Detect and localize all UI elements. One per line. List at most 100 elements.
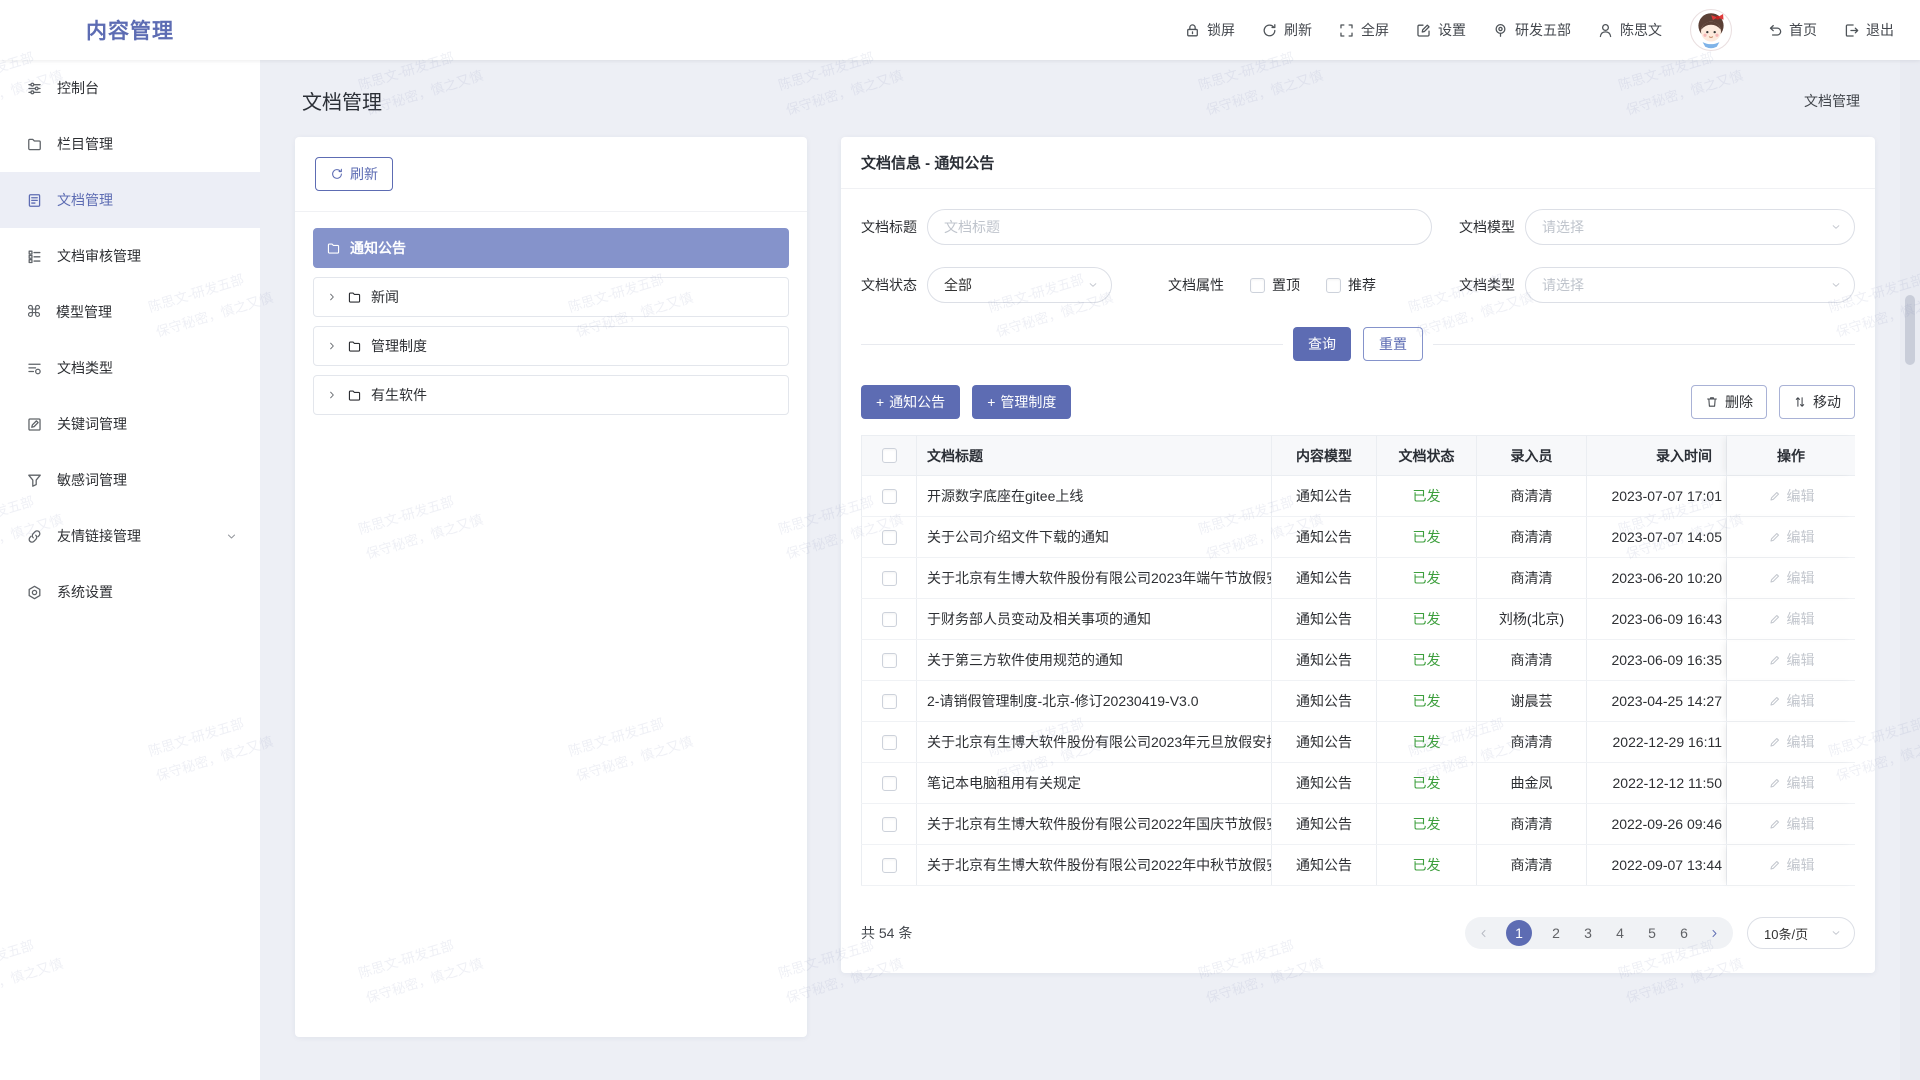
edit-button[interactable]: 编辑 <box>1768 814 1815 834</box>
header-action[interactable]: 陈思文 <box>1597 20 1662 40</box>
page-button[interactable]: 1 <box>1506 920 1532 946</box>
tree-item[interactable]: 通知公告 <box>313 228 789 268</box>
sidebar-item[interactable]: 系统设置 <box>0 564 260 620</box>
doc-type-select[interactable]: 请选择 <box>1525 267 1855 303</box>
tree-item[interactable]: 新闻 <box>313 277 789 317</box>
doc-time-cell: 2023-04-25 14:27 <box>1587 681 1727 721</box>
doc-model-label: 文档模型 <box>1459 217 1515 237</box>
doc-editor-cell: 商清清 <box>1477 476 1587 516</box>
doc-model-cell: 通知公告 <box>1272 599 1377 639</box>
doc-time-cell: 2023-06-09 16:35 <box>1587 640 1727 680</box>
edit-button[interactable]: 编辑 <box>1768 527 1815 547</box>
sidebar-item[interactable]: 敏感词管理 <box>0 452 260 508</box>
doc-title-input[interactable] <box>927 209 1432 245</box>
header-action[interactable]: 全屏 <box>1338 20 1389 40</box>
doc-status-select[interactable]: 全部 <box>927 267 1112 303</box>
top-header: 内容管理 锁屏 刷新 全屏 <box>0 0 1920 60</box>
header-action[interactable]: 退出 <box>1843 20 1894 40</box>
trash-icon <box>1705 395 1719 409</box>
reset-button[interactable]: 重置 <box>1363 327 1423 361</box>
audit-icon <box>26 248 43 265</box>
doc-editor-cell: 谢晨芸 <box>1477 681 1587 721</box>
column-header: 文档状态 <box>1377 436 1477 475</box>
table-row: 开源数字底座在gitee上线 通知公告 已发 商清清 2023-07-07 17… <box>861 476 1855 517</box>
table-row: 关于北京有生博大软件股份有限公司2022年国庆节放假安... 通知公告 已发 商… <box>861 804 1855 845</box>
edit-button[interactable]: 编辑 <box>1768 650 1815 670</box>
header-actions: 锁屏 刷新 全屏 设置 研发五部 <box>1184 9 1920 51</box>
prev-page-button[interactable] <box>1477 927 1490 940</box>
scrollbar-thumb[interactable] <box>1905 295 1915 365</box>
header-action[interactable] <box>1690 9 1738 51</box>
header-action[interactable]: 锁屏 <box>1184 20 1235 40</box>
doc-title-cell: 于财务部人员变动及相关事项的通知 <box>917 599 1272 639</box>
attribute-checkbox-option[interactable]: 置顶 <box>1250 275 1300 295</box>
checkbox[interactable] <box>1326 278 1341 293</box>
doc-title-cell: 关于公司介绍文件下载的通知 <box>917 517 1272 557</box>
sidebar-item[interactable]: 友情链接管理 <box>0 508 260 564</box>
filter-form: 文档标题 文档模型 请选择 文档状态 全部 <box>841 189 1875 325</box>
edit-button[interactable]: 编辑 <box>1768 732 1815 752</box>
row-checkbox[interactable] <box>861 722 917 762</box>
page-button[interactable]: 3 <box>1580 925 1596 941</box>
row-checkbox[interactable] <box>861 845 917 885</box>
tree-item[interactable]: 管理制度 <box>313 326 789 366</box>
link-icon <box>26 528 43 545</box>
row-checkbox[interactable] <box>861 476 917 516</box>
page-size-select[interactable]: 10条/页 <box>1747 917 1855 949</box>
doc-actions-cell: 编辑 <box>1727 722 1855 762</box>
doctype-icon <box>26 360 43 377</box>
avatar-icon <box>1690 9 1732 51</box>
chevron-down-icon <box>1830 221 1842 233</box>
attribute-checkbox-option[interactable]: 推荐 <box>1326 275 1376 295</box>
tree-item[interactable]: 有生软件 <box>313 375 789 415</box>
row-checkbox[interactable] <box>861 517 917 557</box>
row-checkbox[interactable] <box>861 599 917 639</box>
sidebar-item[interactable]: 文档审核管理 <box>0 228 260 284</box>
header-action[interactable]: 设置 <box>1415 20 1466 40</box>
select-all-checkbox[interactable] <box>861 436 917 475</box>
document-icon <box>26 192 43 209</box>
next-page-button[interactable] <box>1708 927 1721 940</box>
move-button[interactable]: 移动 <box>1779 385 1855 419</box>
edit-button[interactable]: 编辑 <box>1768 568 1815 588</box>
sidebar-item[interactable]: 文档类型 <box>0 340 260 396</box>
sidebar-item[interactable]: ⌘ 模型管理 <box>0 284 260 340</box>
sidebar-item[interactable]: 文档管理 <box>0 172 260 228</box>
main-content: 文档管理 文档管理 刷新 通知公告 <box>260 60 1920 1080</box>
row-checkbox[interactable] <box>861 558 917 598</box>
row-checkbox[interactable] <box>861 763 917 803</box>
edit-button[interactable]: 编辑 <box>1768 773 1815 793</box>
edit-button[interactable]: 编辑 <box>1768 855 1815 875</box>
page-button[interactable]: 4 <box>1612 925 1628 941</box>
add-document-button[interactable]: + 管理制度 <box>972 385 1071 419</box>
row-checkbox[interactable] <box>861 804 917 844</box>
row-checkbox[interactable] <box>861 681 917 721</box>
row-checkbox[interactable] <box>861 640 917 680</box>
add-document-button[interactable]: + 通知公告 <box>861 385 960 419</box>
page-button[interactable]: 6 <box>1676 925 1692 941</box>
checkbox[interactable] <box>1250 278 1265 293</box>
page-button[interactable]: 2 <box>1548 925 1564 941</box>
edit-button[interactable]: 编辑 <box>1768 609 1815 629</box>
header-action[interactable]: 刷新 <box>1261 20 1312 40</box>
sidebar-item[interactable]: 栏目管理 <box>0 116 260 172</box>
sidebar-item[interactable]: 控制台 <box>0 60 260 116</box>
delete-button[interactable]: 删除 <box>1691 385 1767 419</box>
doc-editor-cell: 曲金凤 <box>1477 763 1587 803</box>
doc-title-cell: 开源数字底座在gitee上线 <box>917 476 1272 516</box>
header-action[interactable]: 研发五部 <box>1492 20 1571 40</box>
column-header: 内容模型 <box>1272 436 1377 475</box>
column-header: 操作 <box>1727 436 1855 475</box>
tree-refresh-button[interactable]: 刷新 <box>315 157 393 191</box>
edit-button[interactable]: 编辑 <box>1768 691 1815 711</box>
doc-actions-cell: 编辑 <box>1727 640 1855 680</box>
plus-icon: + <box>876 394 884 410</box>
header-action[interactable]: 首页 <box>1766 20 1817 40</box>
column-header: 录入员 <box>1477 436 1587 475</box>
search-button[interactable]: 查询 <box>1293 327 1351 361</box>
page-button[interactable]: 5 <box>1644 925 1660 941</box>
doc-model-select[interactable]: 请选择 <box>1525 209 1855 245</box>
edit-button[interactable]: 编辑 <box>1768 486 1815 506</box>
doc-model-cell: 通知公告 <box>1272 640 1377 680</box>
sidebar-item[interactable]: 关键词管理 <box>0 396 260 452</box>
